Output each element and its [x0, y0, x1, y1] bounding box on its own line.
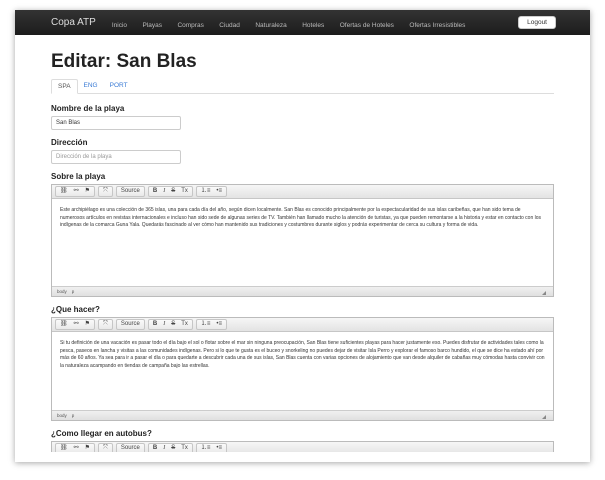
- clear-format-icon[interactable]: Tx: [178, 187, 191, 196]
- tab-eng[interactable]: ENG: [78, 79, 104, 93]
- editor-statusbar: body p: [52, 286, 553, 296]
- nav-menu: Inicio Playas Compras Ciudad Naturaleza …: [112, 14, 477, 32]
- unlink-icon[interactable]: ⚯: [71, 187, 82, 196]
- nav-ofertas-irresistibles[interactable]: Ofertas Irresistibles: [409, 22, 465, 29]
- editor-statusbar: body p: [52, 410, 553, 420]
- flag-icon[interactable]: ⚑: [82, 187, 93, 196]
- name-input[interactable]: San Blas: [51, 116, 181, 130]
- flag-icon[interactable]: ⚑: [82, 320, 93, 329]
- tab-port[interactable]: PORT: [104, 79, 134, 93]
- status-body[interactable]: body: [57, 413, 67, 418]
- bus-label: ¿Como llegar en autobus?: [51, 429, 152, 438]
- bold-button[interactable]: B: [150, 320, 160, 329]
- todo-text[interactable]: Si tu definición de una vacación es pasa…: [52, 332, 553, 410]
- source-button[interactable]: Source: [118, 320, 143, 329]
- page-title: Editar: San Blas: [51, 51, 197, 72]
- name-label: Nombre de la playa: [51, 104, 125, 113]
- navbar: Copa ATP Inicio Playas Compras Ciudad Na…: [15, 10, 590, 35]
- bold-button[interactable]: B: [150, 187, 160, 196]
- address-input[interactable]: Dirección de la playa: [51, 150, 181, 164]
- bulleted-list-icon[interactable]: •≡: [213, 320, 225, 329]
- torn-edge: [15, 452, 590, 466]
- clear-format-icon[interactable]: Tx: [178, 320, 191, 329]
- strike-button[interactable]: S: [168, 320, 178, 329]
- bulleted-list-icon[interactable]: •≡: [213, 187, 225, 196]
- nav-inicio[interactable]: Inicio: [112, 22, 127, 29]
- nav-hoteles[interactable]: Hoteles: [302, 22, 324, 29]
- nav-ofertas-hoteles[interactable]: Ofertas de Hoteles: [340, 22, 394, 29]
- link-icon[interactable]: ⛓: [57, 320, 71, 329]
- nav-playas[interactable]: Playas: [142, 22, 162, 29]
- editor-toolbar: ⛓ ⚯ ⚑ ⤧ Source B I S Tx ⒈≡ •≡: [52, 185, 553, 199]
- resize-handle[interactable]: [542, 415, 546, 419]
- logout-button[interactable]: Logout: [518, 16, 556, 29]
- italic-button[interactable]: I: [160, 320, 168, 329]
- about-editor: ⛓ ⚯ ⚑ ⤧ Source B I S Tx ⒈≡ •≡ Este archi…: [51, 184, 554, 297]
- status-p[interactable]: p: [72, 413, 75, 418]
- numbered-list-icon[interactable]: ⒈≡: [198, 320, 214, 329]
- about-text[interactable]: Este archipiélago es una colección de 36…: [52, 199, 553, 286]
- nav-compras[interactable]: Compras: [177, 22, 203, 29]
- about-label: Sobre la playa: [51, 172, 106, 181]
- strike-button[interactable]: S: [168, 187, 178, 196]
- brand[interactable]: Copa ATP: [51, 17, 96, 28]
- unlink-icon[interactable]: ⚯: [71, 320, 82, 329]
- status-p[interactable]: p: [72, 289, 75, 294]
- source-button[interactable]: Source: [118, 187, 143, 196]
- status-body[interactable]: body: [57, 289, 67, 294]
- maximize-icon[interactable]: ⤧: [100, 320, 111, 329]
- nav-naturaleza[interactable]: Naturaleza: [255, 22, 286, 29]
- editor-toolbar: ⛓ ⚯ ⚑ ⤧ Source B I S Tx ⒈≡ •≡: [52, 318, 553, 332]
- link-icon[interactable]: ⛓: [57, 187, 71, 196]
- app-window: Copa ATP Inicio Playas Compras Ciudad Na…: [15, 10, 590, 462]
- main-content: Editar: San Blas SPA ENG PORT Nombre de …: [15, 35, 590, 457]
- tab-spa[interactable]: SPA: [51, 79, 78, 94]
- todo-editor: ⛓ ⚯ ⚑ ⤧ Source B I S Tx ⒈≡ •≡ Si tu defi…: [51, 317, 554, 421]
- italic-button[interactable]: I: [160, 187, 168, 196]
- todo-label: ¿Que hacer?: [51, 305, 100, 314]
- nav-ciudad[interactable]: Ciudad: [219, 22, 240, 29]
- numbered-list-icon[interactable]: ⒈≡: [198, 187, 214, 196]
- language-tabs: SPA ENG PORT: [51, 79, 554, 94]
- resize-handle[interactable]: [542, 291, 546, 295]
- address-label: Dirección: [51, 138, 88, 147]
- maximize-icon[interactable]: ⤧: [100, 187, 111, 196]
